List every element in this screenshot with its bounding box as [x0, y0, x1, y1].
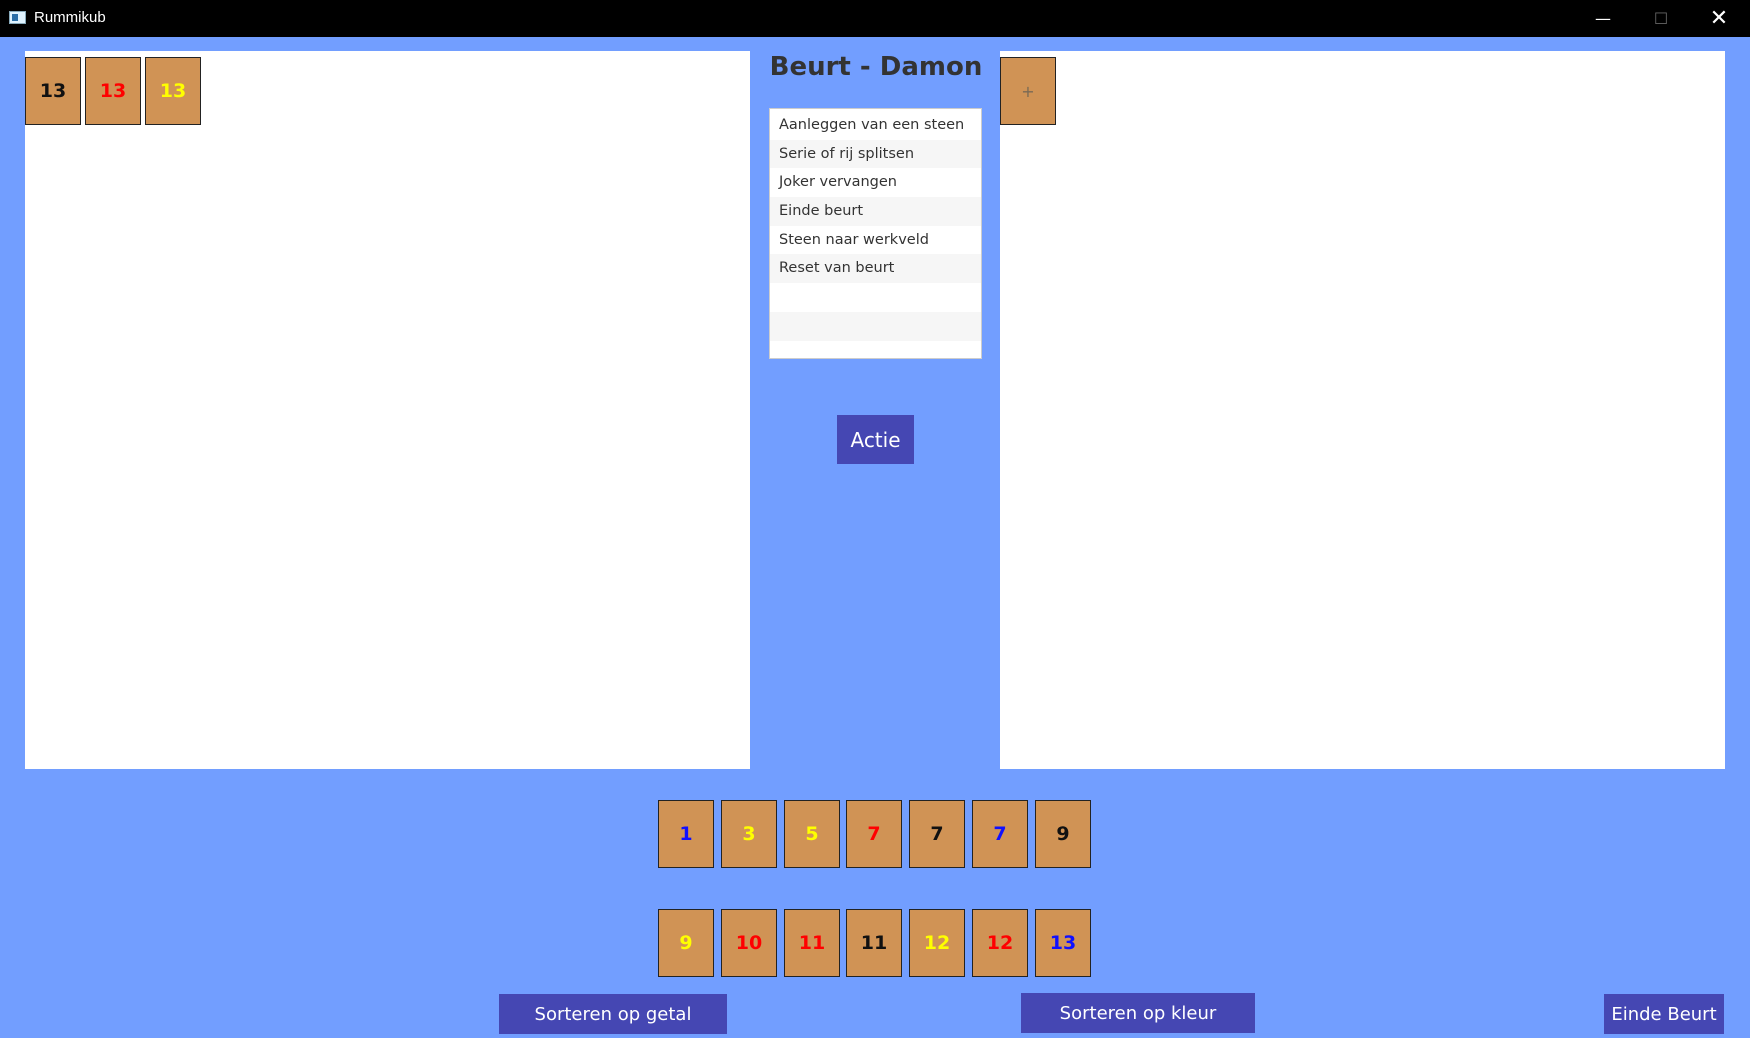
- rack-tile[interactable]: 5: [784, 800, 840, 868]
- rack-tile[interactable]: 12: [972, 909, 1028, 977]
- rack-tile[interactable]: 13: [1035, 909, 1091, 977]
- end-turn-button[interactable]: Einde Beurt: [1604, 994, 1724, 1034]
- left-board[interactable]: 13 13 13: [25, 51, 750, 769]
- maximize-icon[interactable]: ☐: [1632, 0, 1690, 37]
- rack-tile[interactable]: 11: [846, 909, 902, 977]
- action-item[interactable]: Serie of rij splitsen: [770, 139, 981, 169]
- rack-tile[interactable]: 10: [721, 909, 777, 977]
- title-bar: Rummikub — ☐ ✕: [0, 0, 1750, 37]
- action-item[interactable]: Aanleggen van een steen: [770, 111, 981, 140]
- action-item[interactable]: Steen naar werkveld: [770, 226, 981, 255]
- action-button[interactable]: Actie: [837, 415, 914, 464]
- rack-tile[interactable]: 7: [846, 800, 902, 868]
- action-list[interactable]: Aanleggen van een steen Serie of rij spli…: [769, 108, 982, 359]
- rack-tile[interactable]: 7: [909, 800, 965, 868]
- action-item[interactable]: Joker vervangen: [770, 168, 981, 197]
- app-window-icon: [9, 11, 26, 24]
- action-item[interactable]: [770, 311, 981, 341]
- action-item[interactable]: Reset van beurt: [770, 254, 981, 284]
- rack-tile[interactable]: 11: [784, 909, 840, 977]
- window-title: Rummikub: [34, 9, 106, 26]
- turn-title: Beurt - Damon: [769, 52, 983, 82]
- sort-by-number-button[interactable]: Sorteren op getal: [499, 994, 727, 1034]
- board-tile[interactable]: 13: [145, 57, 201, 125]
- sort-by-color-button[interactable]: Sorteren op kleur: [1021, 993, 1255, 1033]
- rack-tile[interactable]: 9: [1035, 800, 1091, 868]
- minimize-icon[interactable]: —: [1574, 0, 1632, 37]
- action-item[interactable]: Einde beurt: [770, 197, 981, 226]
- close-icon[interactable]: ✕: [1690, 0, 1748, 37]
- rack-tile[interactable]: 9: [658, 909, 714, 977]
- right-board[interactable]: +: [1000, 51, 1725, 769]
- rack-tile[interactable]: 7: [972, 800, 1028, 868]
- board-tile[interactable]: 13: [25, 57, 81, 125]
- action-item[interactable]: [770, 283, 981, 312]
- add-tile-button[interactable]: +: [1000, 57, 1056, 125]
- board-tile[interactable]: 13: [85, 57, 141, 125]
- rack-tile[interactable]: 3: [721, 800, 777, 868]
- rack-tile[interactable]: 1: [658, 800, 714, 868]
- rack-tile[interactable]: 12: [909, 909, 965, 977]
